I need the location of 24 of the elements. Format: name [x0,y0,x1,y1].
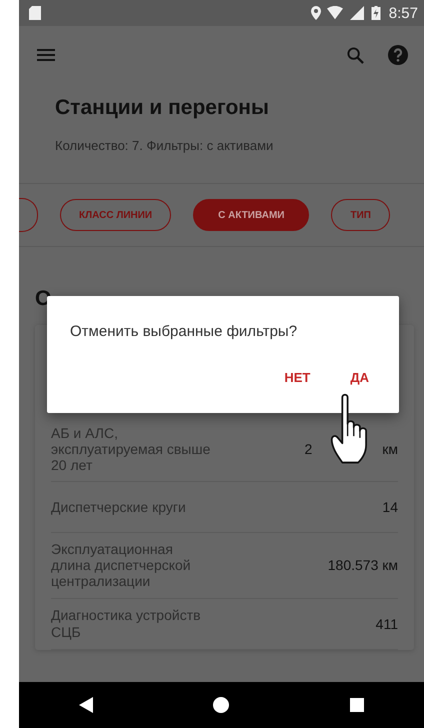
dialog-button[interactable]: НЕТ [284,370,310,385]
row-unit: км [382,441,398,458]
battery-icon [370,6,381,20]
page-subtitle: Количество: 7. Фильтры: с активами [55,138,274,153]
help-icon[interactable] [386,43,410,67]
row-label: АБ и АЛС, эксплуатируемая свыше 20 лет [51,425,211,474]
wifi-icon [326,6,343,20]
row-label: Эксплуатационная длина диспетчерской централизации [51,541,192,590]
clock-time: 8:57 [388,4,418,22]
location-pin-icon [310,6,321,20]
dialog-button[interactable]: ДА [350,370,369,385]
row-value: 411 [376,616,398,632]
row-value: 14 [382,499,398,516]
row-value: 2 [304,441,312,458]
dialog-message: Отменить выбранные фильтры? [70,323,298,340]
search-icon[interactable] [345,44,366,66]
filter-chip[interactable]: С АКТИВАМИ [193,199,310,231]
page-title: Станции и перегоны [55,96,270,120]
sd-card-icon [29,6,41,20]
row-label: Диспетчерские круги [51,499,187,516]
signal-icon [348,6,365,20]
row-value: 180.573 км [328,557,398,574]
menu-icon[interactable] [35,47,57,63]
row-label: Диагностика устройств СЦБ [51,607,202,640]
